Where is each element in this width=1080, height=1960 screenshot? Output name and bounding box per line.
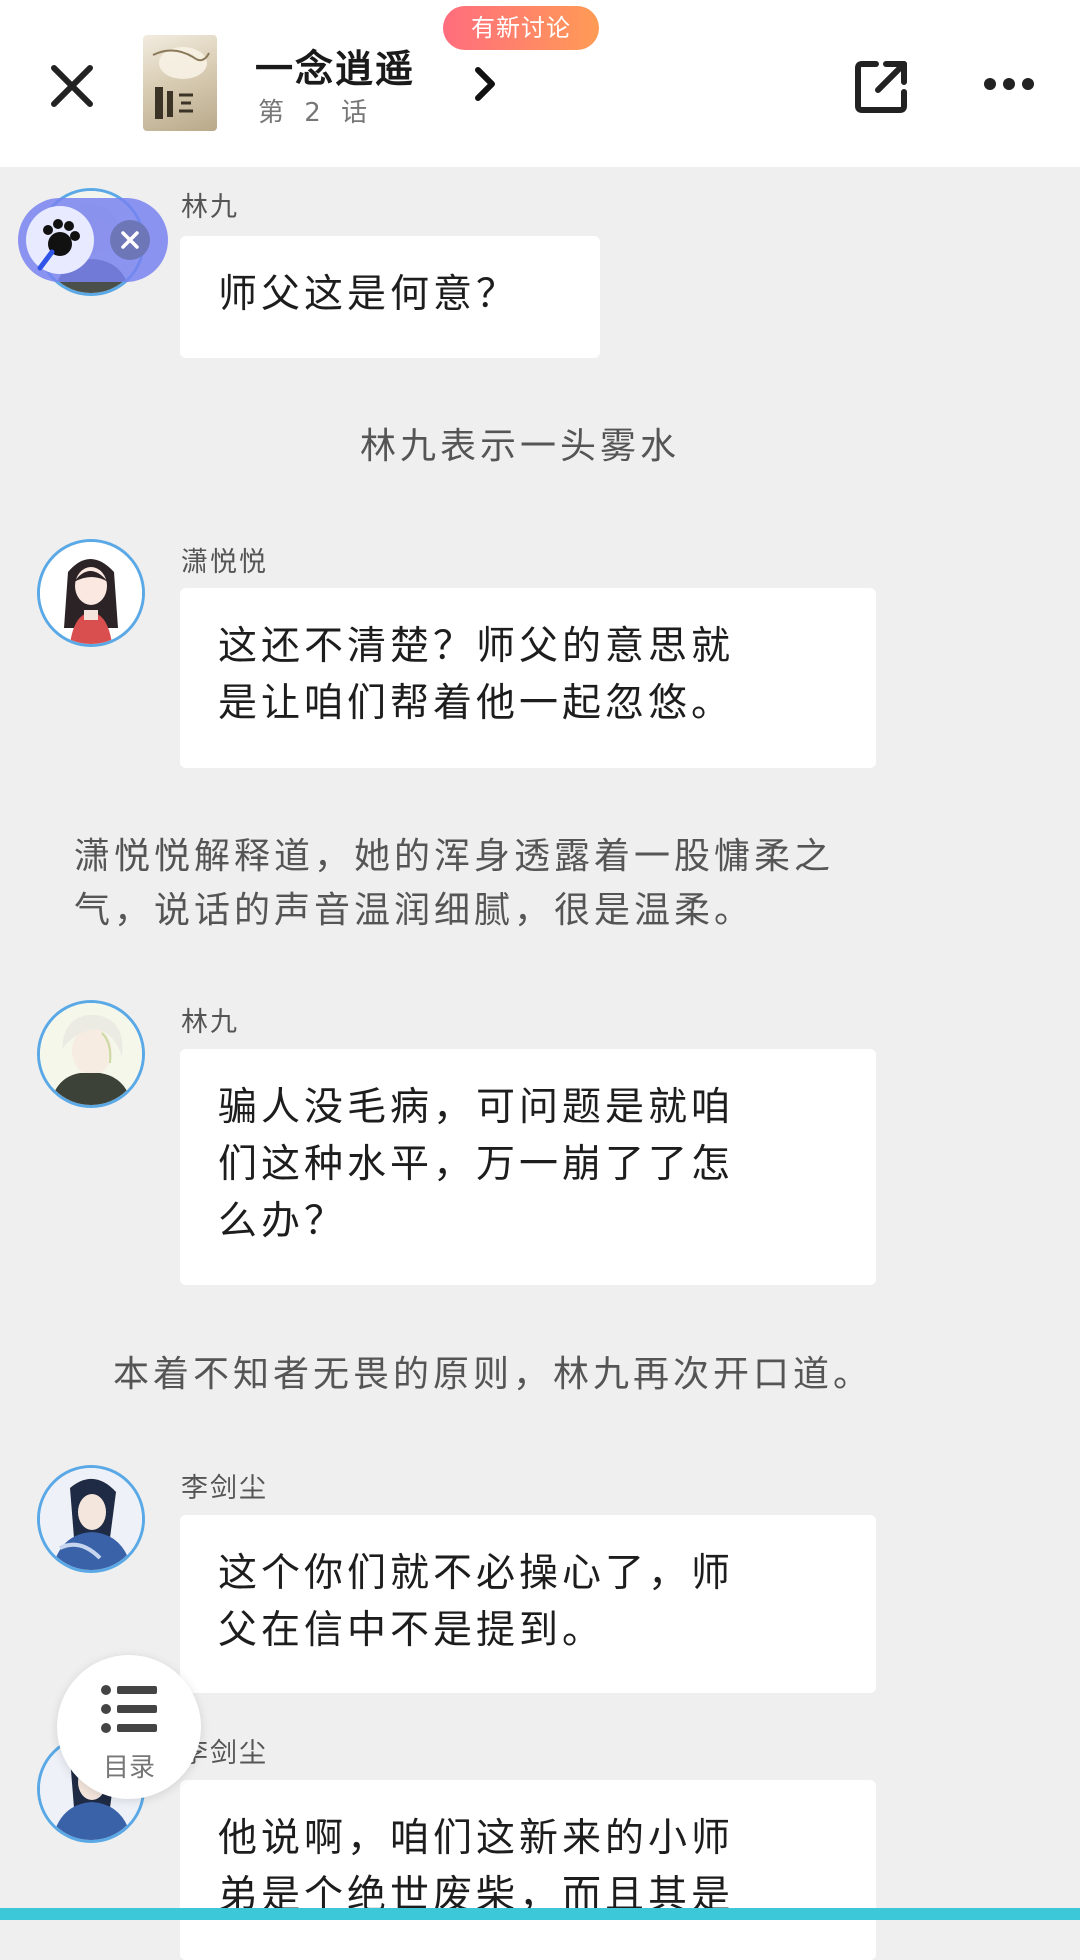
top-app-bar: 一念逍遥 第 2 话 有新讨论 bbox=[0, 0, 1080, 167]
avatar[interactable] bbox=[37, 1000, 145, 1108]
close-icon[interactable] bbox=[44, 58, 100, 114]
share-icon[interactable] bbox=[852, 56, 912, 116]
sender-name: 李剑尘 bbox=[181, 1473, 268, 1504]
table-of-contents-button[interactable]: 目录 bbox=[57, 1655, 201, 1799]
narration-text: 林九表示一头雾水 bbox=[360, 420, 680, 474]
message-line: 父在信中不是提到。 bbox=[218, 1608, 606, 1653]
message-line: 么办？ bbox=[218, 1199, 348, 1244]
sender-name: 潇悦悦 bbox=[181, 547, 268, 578]
message-line: 这个你们就不必操心了，师 bbox=[218, 1551, 735, 1596]
message-bubble: 骗人没毛病，可问题是就咱 们这种水平，万一崩了了怎 么办？ bbox=[180, 1049, 876, 1285]
book-title[interactable]: 一念逍遥 bbox=[255, 38, 415, 93]
message-line: 这还不清楚？师父的意思就 bbox=[218, 624, 735, 669]
message-line: 骗人没毛病，可问题是就咱 bbox=[218, 1085, 735, 1130]
message-bubble: 这还不清楚？师父的意思就 是让咱们帮着他一起忽悠。 bbox=[180, 588, 876, 768]
message-line: 他说啊，咱们这新来的小师 bbox=[218, 1816, 735, 1861]
narration-line: 林九表示一头雾水 bbox=[360, 426, 681, 467]
narration-text: 潇悦悦解释道，她的浑身透露着一股慵柔之 气，说话的声音温润细腻，很是温柔。 bbox=[74, 830, 1034, 938]
narration-line: 气，说话的声音温润细腻，很是温柔。 bbox=[74, 890, 755, 931]
floating-assistant[interactable] bbox=[18, 198, 168, 282]
toc-label: 目录 bbox=[102, 1753, 155, 1783]
avatar[interactable] bbox=[37, 1465, 145, 1573]
narration-line: 潇悦悦解释道，她的浑身透露着一股慵柔之 bbox=[74, 836, 835, 877]
avatar[interactable] bbox=[37, 539, 145, 647]
message-bubble: 他说啊，咱们这新来的小师 弟是个绝世废柴，而且其是 bbox=[180, 1780, 876, 1960]
book-cover[interactable] bbox=[143, 35, 217, 131]
message-line: 们这种水平，万一崩了了怎 bbox=[218, 1142, 735, 1187]
chevron-right-icon[interactable] bbox=[470, 64, 500, 104]
message-bubble: 这个你们就不必操心了，师 父在信中不是提到。 bbox=[180, 1515, 876, 1693]
narration-text: 本着不知者无畏的原则，林九再次开口道。 bbox=[113, 1348, 873, 1402]
sender-name: 林九 bbox=[181, 1007, 239, 1038]
message-line: 师父这是何意？ bbox=[218, 272, 520, 317]
message-line: 是让咱们帮着他一起忽悠。 bbox=[218, 681, 735, 726]
narration-line: 本着不知者无畏的原则，林九再次开口道。 bbox=[113, 1354, 874, 1395]
paw-icon[interactable] bbox=[26, 206, 94, 274]
close-icon[interactable] bbox=[110, 220, 150, 260]
list-icon bbox=[101, 1685, 157, 1733]
more-options-icon[interactable] bbox=[983, 70, 1035, 98]
message-bubble: 师父这是何意？ bbox=[180, 236, 600, 358]
sender-name: 林九 bbox=[181, 192, 239, 223]
chapter-label: 第 2 话 bbox=[258, 98, 374, 128]
bottom-progress-bar bbox=[0, 1908, 1080, 1920]
new-discussion-badge[interactable]: 有新讨论 bbox=[443, 6, 599, 50]
